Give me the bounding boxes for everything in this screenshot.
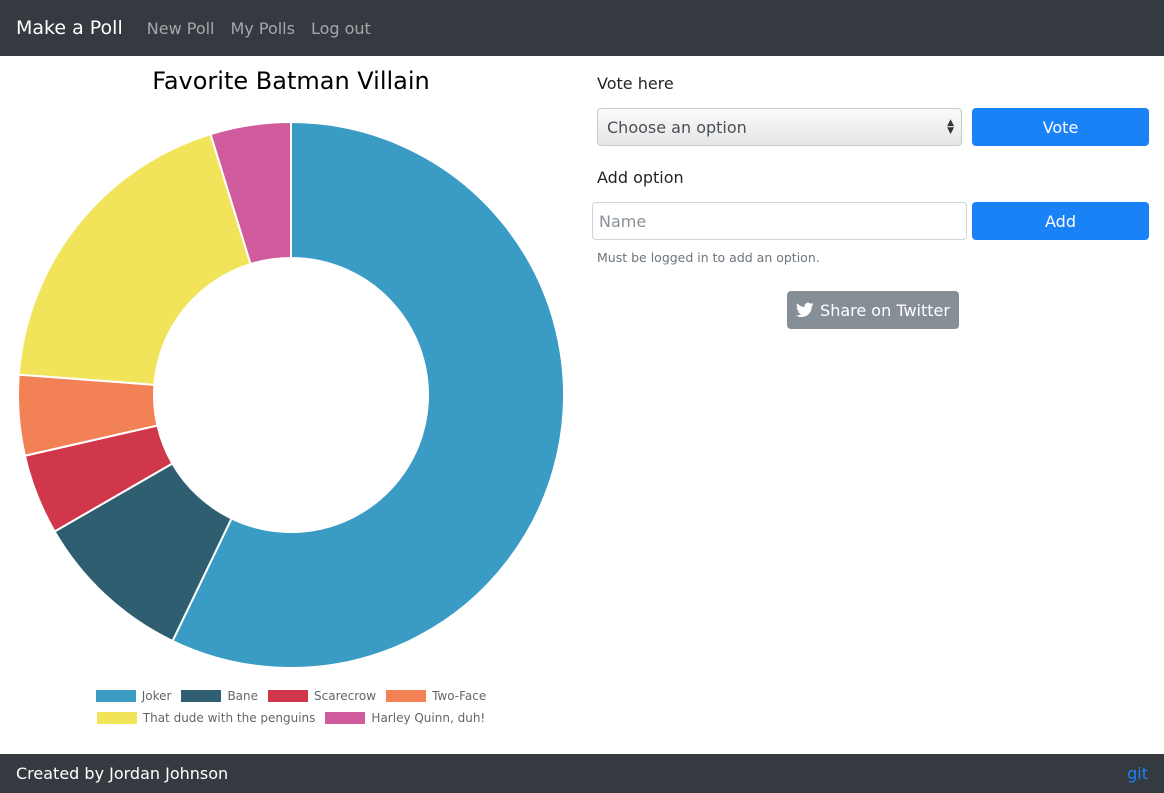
legend-label: Harley Quinn, duh! xyxy=(371,710,486,725)
legend-swatch xyxy=(386,689,427,702)
legend-swatch xyxy=(95,689,136,702)
legend-item[interactable]: Scarecrow xyxy=(268,688,376,703)
login-help-text: Must be logged in to add an option. xyxy=(597,250,820,265)
option-name-input[interactable]: Name xyxy=(592,202,967,240)
legend-label: Bane xyxy=(227,688,259,703)
legend-label: That dude with the penguins xyxy=(142,710,316,725)
legend-label: Two-Face xyxy=(432,688,487,703)
legend-swatch xyxy=(268,689,309,702)
legend-label: Joker xyxy=(141,688,172,703)
vote-label: Vote here xyxy=(597,74,674,93)
add-button[interactable]: Add xyxy=(972,202,1149,240)
chart-legend: Joker Bane Scarecrow Two-Face That dude with… xyxy=(0,688,582,725)
nav-new-poll[interactable]: New Poll xyxy=(147,19,215,38)
git-link[interactable]: git xyxy=(1127,764,1148,783)
legend-label: Scarecrow xyxy=(314,688,377,703)
brand-link[interactable]: Make a Poll xyxy=(16,17,123,39)
option-name-placeholder: Name xyxy=(599,211,647,231)
legend-item[interactable]: Bane xyxy=(181,688,258,703)
twitter-bird-icon xyxy=(796,302,814,318)
option-select-value: Choose an option xyxy=(607,117,747,137)
main-content: Favorite Batman Villain Joker Bane Scarecr… xyxy=(0,56,1164,754)
footer: Created by Jordan Johnson git xyxy=(0,754,1164,793)
legend-swatch xyxy=(96,711,137,724)
option-select[interactable]: Choose an option ▲ ▼ xyxy=(597,108,962,146)
footer-credit: Created by Jordan Johnson xyxy=(16,764,229,783)
legend-item[interactable]: Joker xyxy=(95,688,172,703)
donut-slice-that-dude-with-the-penguins[interactable] xyxy=(17,132,252,386)
vote-button[interactable]: Vote xyxy=(972,108,1149,146)
legend-swatch xyxy=(181,689,222,702)
nav-log-out[interactable]: Log out xyxy=(311,19,371,38)
legend-item[interactable]: That dude with the penguins xyxy=(96,710,316,725)
share-twitter-button[interactable]: Share on Twitter xyxy=(787,291,959,329)
share-twitter-label: Share on Twitter xyxy=(820,300,950,320)
navbar: Make a Poll New Poll My Polls Log out xyxy=(0,0,1164,56)
legend-item[interactable]: Two-Face xyxy=(386,688,486,703)
nav-my-polls[interactable]: My Polls xyxy=(231,19,295,38)
donut-chart xyxy=(17,120,565,669)
legend-item[interactable]: Harley Quinn, duh! xyxy=(325,710,485,725)
select-arrows-icon: ▲ ▼ xyxy=(947,118,954,136)
legend-swatch xyxy=(325,711,366,724)
chart-panel: Favorite Batman Villain Joker Bane Scarecr… xyxy=(0,56,582,754)
add-option-label: Add option xyxy=(597,168,684,187)
